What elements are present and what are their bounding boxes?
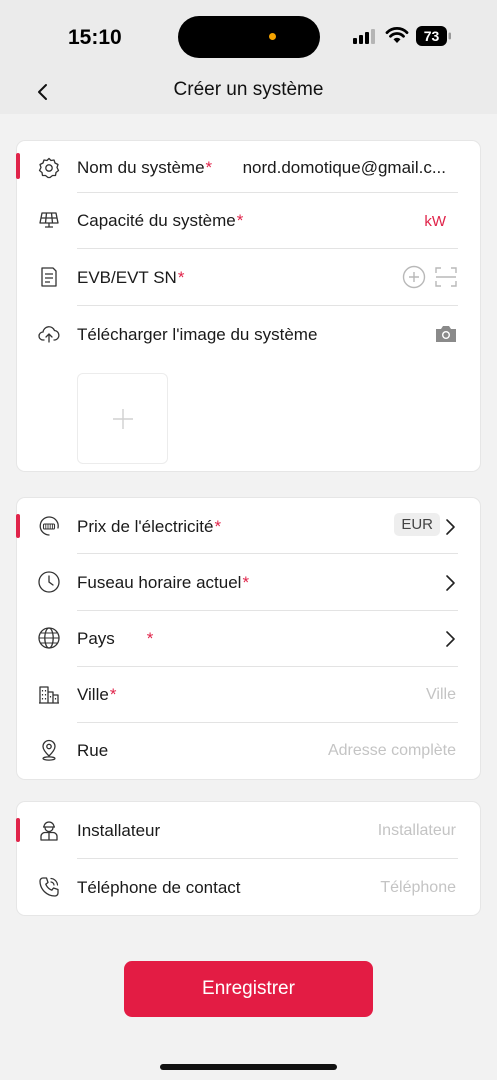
- system-image-label: Télécharger l'image du système: [77, 325, 318, 344]
- camera-icon[interactable]: [434, 324, 458, 344]
- currency-badge: EUR: [394, 513, 440, 536]
- divider: [77, 858, 458, 859]
- contact-phone-label: Téléphone de contact: [77, 878, 241, 897]
- evb-sn-label: EVB/EVT SN: [77, 268, 177, 287]
- chevron-right-icon: [446, 519, 455, 535]
- electricity-price-label: Prix de l'électricité: [77, 517, 214, 536]
- building-icon: [39, 686, 59, 704]
- country-label: Pays: [77, 629, 115, 648]
- plus-circle-icon[interactable]: [402, 265, 426, 289]
- location-pin-icon: [42, 739, 56, 761]
- country-row[interactable]: Pays *: [37, 624, 458, 652]
- contact-card: Installateur Installateur Téléphone de c…: [16, 802, 480, 915]
- cloud-upload-icon: [38, 326, 60, 343]
- system-image-row: Télécharger l'image du système: [37, 320, 458, 348]
- gear-icon: [38, 157, 60, 179]
- section-accent: [16, 514, 20, 538]
- street-label: Rue: [77, 741, 109, 760]
- divider: [77, 248, 458, 249]
- scan-icon[interactable]: [434, 265, 458, 289]
- plus-icon: [113, 409, 133, 429]
- divider: [77, 553, 458, 554]
- system-capacity-row[interactable]: Capacité du système* kW: [37, 207, 458, 235]
- wifi-icon: [385, 27, 409, 43]
- chevron-right-icon: [446, 575, 455, 591]
- capacity-unit: kW: [424, 213, 446, 230]
- home-indicator[interactable]: [160, 1064, 337, 1070]
- image-upload-box[interactable]: [77, 373, 168, 464]
- street-row[interactable]: Rue Adresse complète: [37, 736, 458, 764]
- document-icon: [41, 267, 57, 287]
- evb-sn-row[interactable]: EVB/EVT SN*: [37, 263, 458, 291]
- street-input[interactable]: Adresse complète: [328, 742, 456, 760]
- battery-icon: 73: [416, 25, 452, 52]
- required-mark: *: [242, 573, 250, 592]
- installer-input[interactable]: Installateur: [378, 822, 456, 840]
- contact-phone-input[interactable]: Téléphone: [380, 879, 456, 897]
- required-mark: *: [109, 685, 117, 704]
- required-mark: *: [146, 629, 154, 648]
- status-bar: 15:10 73: [0, 0, 497, 72]
- divider: [77, 666, 458, 667]
- installer-icon: [40, 821, 58, 841]
- system-name-row[interactable]: Nom du système* nord.domotique@gmail.c..…: [37, 155, 458, 183]
- city-input[interactable]: Ville: [426, 686, 456, 704]
- system-name-label: Nom du système: [77, 158, 205, 177]
- dynamic-island: [178, 16, 320, 58]
- location-card: Prix de l'électricité* EUR Fuseau horair…: [16, 498, 480, 779]
- section-accent: [16, 818, 20, 842]
- system-capacity-label: Capacité du système: [77, 211, 236, 230]
- electricity-price-row[interactable]: Prix de l'électricité* EUR: [37, 512, 458, 540]
- installer-row[interactable]: Installateur Installateur: [37, 816, 458, 844]
- svg-text:73: 73: [424, 28, 440, 44]
- meter-icon: [39, 516, 59, 536]
- installer-label: Installateur: [77, 821, 161, 840]
- phone-icon: [39, 877, 59, 897]
- timezone-label: Fuseau horaire actuel: [77, 573, 242, 592]
- system-name-value[interactable]: nord.domotique@gmail.c...: [243, 158, 446, 178]
- solar-panel-icon: [39, 212, 59, 228]
- status-time: 15:10: [68, 26, 122, 49]
- divider: [77, 610, 458, 611]
- required-mark: *: [236, 211, 244, 230]
- divider: [77, 192, 458, 193]
- city-label: Ville: [77, 685, 109, 704]
- divider: [77, 722, 458, 723]
- required-mark: *: [205, 158, 213, 177]
- privacy-indicator: [269, 33, 276, 40]
- save-button[interactable]: Enregistrer: [124, 961, 373, 1017]
- divider: [77, 305, 458, 306]
- required-mark: *: [214, 517, 222, 536]
- navbar: Créer un système: [0, 72, 497, 114]
- page-title: Créer un système: [173, 79, 324, 100]
- globe-icon: [38, 627, 60, 649]
- section-accent: [16, 153, 20, 179]
- system-info-card: Nom du système* nord.domotique@gmail.c..…: [16, 141, 480, 471]
- required-mark: *: [177, 268, 185, 287]
- timezone-row[interactable]: Fuseau horaire actuel*: [37, 568, 458, 596]
- signal-icon: [353, 29, 375, 44]
- contact-phone-row[interactable]: Téléphone de contact Téléphone: [37, 873, 458, 901]
- chevron-right-icon: [446, 631, 455, 647]
- city-row[interactable]: Ville* Ville: [37, 680, 458, 708]
- clock-icon: [38, 571, 60, 593]
